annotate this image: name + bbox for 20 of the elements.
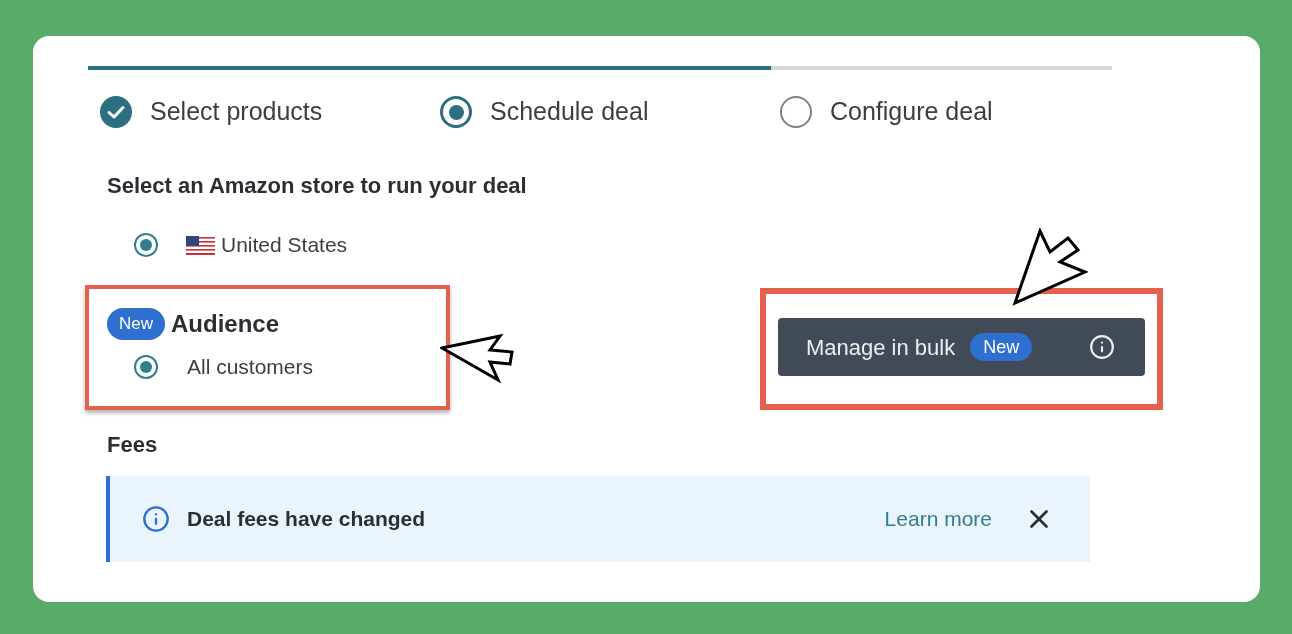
fees-heading: Fees [107,431,158,459]
learn-more-link[interactable]: Learn more [884,503,992,535]
new-badge: New [970,333,1033,361]
alert-message: Deal fees have changed [187,506,426,533]
radio-button[interactable] [134,233,158,257]
info-icon [1089,334,1115,360]
audience-label: All customers [187,354,314,381]
audience-heading: Audience [171,309,280,339]
info-icon [142,505,170,533]
radio-button[interactable] [134,355,158,379]
flag-icon [186,235,215,255]
step-label: Schedule deal [490,96,649,128]
store-label: United States [221,232,348,259]
step-label: Select products [150,96,323,128]
pointer-arrow-icon [1012,228,1088,306]
step-label: Configure deal [830,96,993,128]
manage-in-bulk-button[interactable]: Manage in bulk New [778,318,1145,376]
new-badge: New [107,308,165,340]
section-heading: Select an Amazon store to run your deal [107,172,527,200]
pointer-arrow-icon [440,332,516,384]
